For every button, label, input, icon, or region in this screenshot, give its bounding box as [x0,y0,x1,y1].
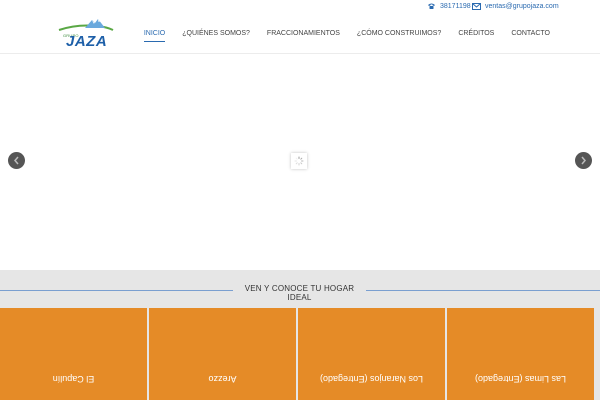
loading-spinner-icon [294,156,304,166]
slider-loader [291,153,307,169]
site-header: GRUPO JAZA INICIO ¿QUIÉNES SOMOS? FRACCI… [0,14,600,54]
page: 38171198 ventas@grupojaza.com GRUPO JAZA… [0,0,600,400]
nav-item-fraccionamientos[interactable]: FRACCIONAMIENTOS [267,30,340,37]
nav-item-creditos[interactable]: CRÉDITOS [458,30,494,37]
email-contact[interactable]: ventas@grupojaza.com [472,2,559,10]
nav-item-contacto[interactable]: CONTACTO [511,30,550,37]
logo[interactable]: GRUPO JAZA [57,18,117,54]
card-arezzo[interactable]: Arezzo [149,308,296,400]
phone-icon [427,2,436,10]
envelope-icon [472,2,481,10]
nav-item-quienes-somos[interactable]: ¿QUIÉNES SOMOS? [182,30,250,37]
developments-section: VEN Y CONOCE TU HOGAR IDEAL El Capulín A… [0,270,600,400]
chevron-right-icon [581,156,586,165]
card-label: Las Limas (Entregado) [474,374,567,384]
email-address: ventas@grupojaza.com [485,2,559,10]
phone-contact[interactable]: 38171198 [427,2,471,10]
slider-next-button[interactable] [575,152,592,169]
chevron-left-icon [14,156,19,165]
divider-right [366,290,600,291]
contact-bar: 38171198 ventas@grupojaza.com [0,0,600,14]
slider-prev-button[interactable] [8,152,25,169]
logo-text: JAZA [66,33,108,50]
section-title: VEN Y CONOCE TU HOGAR IDEAL [244,284,355,302]
card-las-limas[interactable]: Las Limas (Entregado) [447,308,594,400]
main-nav: INICIO ¿QUIÉNES SOMOS? FRACCIONAMIENTOS … [143,30,550,42]
card-label: Arezzo [208,374,237,384]
development-cards: El Capulín Arezzo Los Naranjos (Entregad… [0,308,600,400]
phone-number: 38171198 [440,2,471,10]
section-heading: VEN Y CONOCE TU HOGAR IDEAL [0,284,600,302]
divider-left [0,290,233,291]
nav-item-inicio[interactable]: INICIO [143,30,166,42]
card-label: Los Naranjos (Entregado) [319,374,424,384]
card-los-naranjos[interactable]: Los Naranjos (Entregado) [298,308,445,400]
nav-item-como-construimos[interactable]: ¿CÓMO CONSTRUIMOS? [357,30,441,37]
card-el-capulin[interactable]: El Capulín [0,308,147,400]
card-label: El Capulín [52,374,95,384]
